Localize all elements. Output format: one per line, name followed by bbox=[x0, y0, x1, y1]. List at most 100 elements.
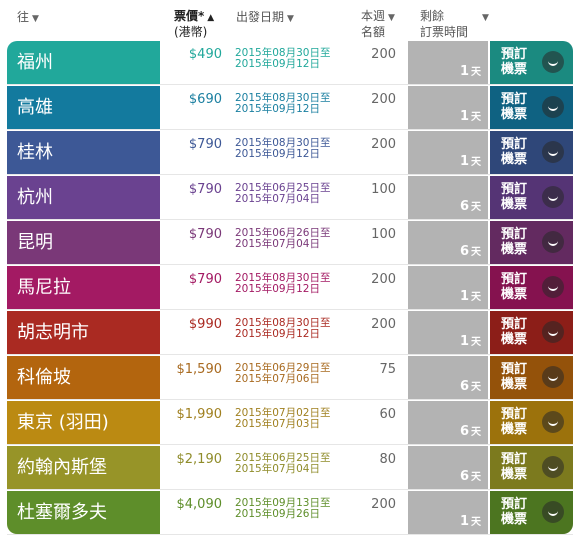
destination-cell[interactable]: 杜塞爾多夫 bbox=[7, 491, 160, 534]
remaining-time-cell: 1天 bbox=[408, 266, 488, 309]
smiley-icon bbox=[542, 276, 564, 298]
destination-cell[interactable]: 福州 bbox=[7, 41, 160, 84]
days-value: 6 bbox=[459, 469, 469, 484]
remaining-time-cell: 1天 bbox=[408, 491, 488, 534]
sort-down-icon: ▼ bbox=[287, 14, 294, 24]
travel-dates: 2015年09月13日至 2015年09月26日 bbox=[235, 498, 330, 520]
remaining-time-cell: 6天 bbox=[408, 401, 488, 444]
book-label-2: 機票 bbox=[501, 287, 528, 302]
quota-cell: 100 bbox=[371, 227, 396, 242]
days-value: 1 bbox=[459, 109, 469, 124]
price-cell: $490 bbox=[188, 47, 222, 62]
date-end: 2015年09月12日 bbox=[235, 328, 320, 340]
book-ticket-button[interactable]: 預訂 機票 bbox=[490, 131, 573, 174]
destination-cell[interactable]: 約翰內斯堡 bbox=[7, 446, 160, 489]
smiley-icon bbox=[542, 456, 564, 478]
sort-down-icon: ▼ bbox=[32, 14, 39, 24]
table-row: 約翰內斯堡 $2,190 2015年06月25日至 2015年07月04日 80 … bbox=[7, 446, 573, 490]
days-value: 6 bbox=[459, 379, 469, 394]
travel-dates: 2015年08月30日至 2015年09月12日 bbox=[235, 138, 330, 160]
table-header: 往 ▼ 票價* ▲ (港幣) 出發日期 ▼ 本週 ▼ 名額 剩餘 ▼ 訂票時間 bbox=[0, 0, 576, 40]
day-unit: 天 bbox=[471, 247, 481, 258]
day-unit: 天 bbox=[471, 427, 481, 438]
remaining-time-cell: 1天 bbox=[408, 131, 488, 174]
destination-cell[interactable]: 昆明 bbox=[7, 221, 160, 264]
book-ticket-button[interactable]: 預訂 機票 bbox=[490, 176, 573, 219]
quota-cell: 100 bbox=[371, 182, 396, 197]
book-label-2: 機票 bbox=[501, 332, 528, 347]
price-header-currency: (港幣) bbox=[174, 25, 208, 39]
remaining-time-cell: 6天 bbox=[408, 221, 488, 264]
book-label-2: 機票 bbox=[501, 512, 528, 527]
day-unit: 天 bbox=[471, 202, 481, 213]
days-value: 1 bbox=[459, 154, 469, 169]
days-value: 6 bbox=[459, 424, 469, 439]
sort-date[interactable]: 出發日期 ▼ bbox=[236, 10, 294, 26]
smiley-icon bbox=[542, 51, 564, 73]
book-ticket-button[interactable]: 預訂 機票 bbox=[490, 86, 573, 129]
book-label-2: 機票 bbox=[501, 422, 528, 437]
day-unit: 天 bbox=[471, 472, 481, 483]
table-row: 桂林 $790 2015年08月30日至 2015年09月12日 200 1天 預… bbox=[7, 131, 573, 175]
book-ticket-button[interactable]: 預訂 機票 bbox=[490, 221, 573, 264]
book-label-2: 機票 bbox=[501, 107, 528, 122]
smiley-icon bbox=[542, 501, 564, 523]
day-unit: 天 bbox=[471, 157, 481, 168]
destination-cell[interactable]: 杭州 bbox=[7, 176, 160, 219]
remaining-time-cell: 1天 bbox=[408, 41, 488, 84]
sort-price[interactable]: 票價* ▲ (港幣) bbox=[174, 9, 214, 39]
book-label-1: 預訂 bbox=[501, 272, 528, 287]
table-row: 昆明 $790 2015年06月26日至 2015年07月04日 100 6天 預… bbox=[7, 221, 573, 265]
days-value: 6 bbox=[459, 244, 469, 259]
destination-cell[interactable]: 馬尼拉 bbox=[7, 266, 160, 309]
price-cell: $690 bbox=[188, 92, 222, 107]
travel-dates: 2015年06月26日至 2015年07月04日 bbox=[235, 228, 330, 250]
day-unit: 天 bbox=[471, 337, 481, 348]
book-ticket-button[interactable]: 預訂 機票 bbox=[490, 41, 573, 84]
date-end: 2015年07月03日 bbox=[235, 418, 320, 430]
price-cell: $790 bbox=[188, 137, 222, 152]
destination-cell[interactable]: 桂林 bbox=[7, 131, 160, 174]
destination-cell[interactable]: 科倫坡 bbox=[7, 356, 160, 399]
table-row: 科倫坡 $1,590 2015年06月29日至 2015年07月06日 75 6天… bbox=[7, 356, 573, 400]
price-cell: $1,590 bbox=[176, 362, 223, 377]
table-row: 馬尼拉 $790 2015年08月30日至 2015年09月12日 200 1天 … bbox=[7, 266, 573, 310]
remaining-time-cell: 1天 bbox=[408, 86, 488, 129]
price-cell: $790 bbox=[188, 227, 222, 242]
sort-remaining[interactable]: 剩餘 ▼ 訂票時間 bbox=[420, 9, 489, 39]
quota-header-label-2: 名額 bbox=[361, 25, 386, 39]
quota-cell: 200 bbox=[371, 272, 396, 287]
travel-dates: 2015年07月02日至 2015年07月03日 bbox=[235, 408, 330, 430]
sort-destination[interactable]: 往 ▼ bbox=[17, 10, 39, 26]
remaining-header-label-2: 訂票時間 bbox=[420, 25, 469, 39]
sort-quota[interactable]: 本週 ▼ 名額 bbox=[361, 9, 395, 39]
book-label-1: 預訂 bbox=[501, 137, 528, 152]
travel-dates: 2015年08月30日至 2015年09月12日 bbox=[235, 48, 330, 70]
destination-cell[interactable]: 高雄 bbox=[7, 86, 160, 129]
book-label-2: 機票 bbox=[501, 242, 528, 257]
days-value: 1 bbox=[459, 334, 469, 349]
destination-cell[interactable]: 東京 (羽田) bbox=[7, 401, 160, 444]
book-label-2: 機票 bbox=[501, 152, 528, 167]
book-ticket-button[interactable]: 預訂 機票 bbox=[490, 446, 573, 489]
price-cell: $2,190 bbox=[176, 452, 223, 467]
book-ticket-button[interactable]: 預訂 機票 bbox=[490, 356, 573, 399]
remaining-time-cell: 6天 bbox=[408, 446, 488, 489]
book-ticket-button[interactable]: 預訂 機票 bbox=[490, 266, 573, 309]
price-cell: $4,090 bbox=[176, 497, 223, 512]
date-end: 2015年09月12日 bbox=[235, 283, 320, 295]
travel-dates: 2015年08月30日至 2015年09月12日 bbox=[235, 93, 330, 115]
book-ticket-button[interactable]: 預訂 機票 bbox=[490, 491, 573, 534]
day-unit: 天 bbox=[471, 517, 481, 528]
date-end: 2015年07月04日 bbox=[235, 463, 320, 475]
book-ticket-button[interactable]: 預訂 機票 bbox=[490, 311, 573, 354]
travel-dates: 2015年06月25日至 2015年07月04日 bbox=[235, 183, 330, 205]
sort-down-icon: ▼ bbox=[388, 13, 395, 23]
travel-dates: 2015年06月29日至 2015年07月06日 bbox=[235, 363, 330, 385]
table-row: 胡志明市 $990 2015年08月30日至 2015年09月12日 200 1天… bbox=[7, 311, 573, 355]
destination-header-label: 往 bbox=[17, 10, 30, 24]
book-ticket-button[interactable]: 預訂 機票 bbox=[490, 401, 573, 444]
destination-cell[interactable]: 胡志明市 bbox=[7, 311, 160, 354]
book-label-1: 預訂 bbox=[501, 452, 528, 467]
price-cell: $790 bbox=[188, 272, 222, 287]
